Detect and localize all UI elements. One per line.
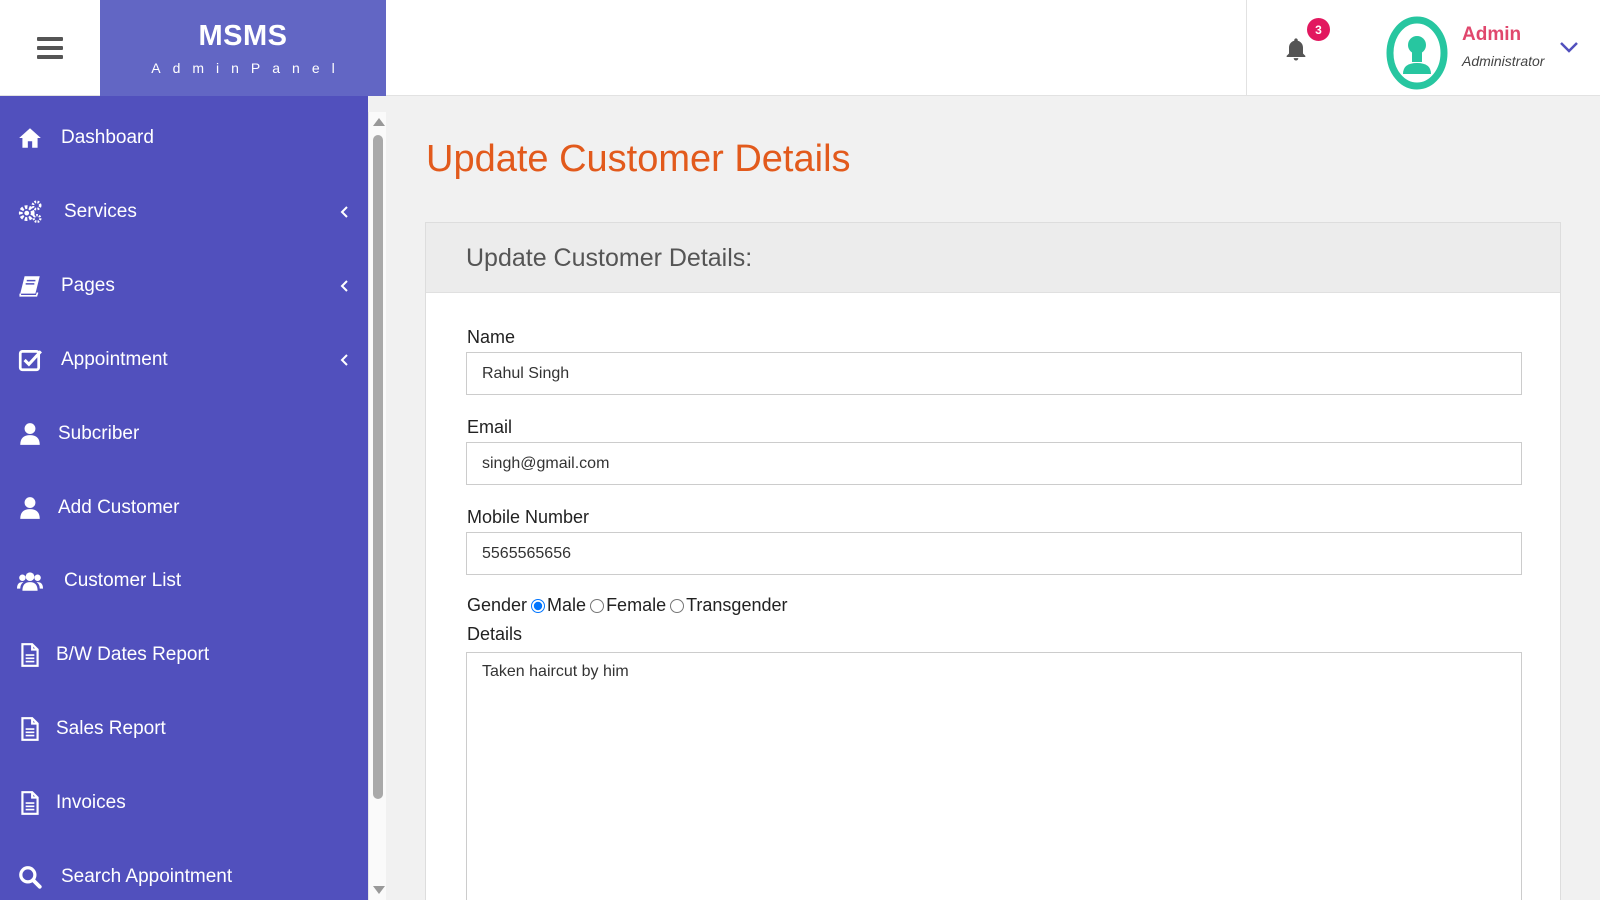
sidebar-item-label: Sales Report (56, 718, 166, 739)
scroll-up-arrow-icon[interactable] (373, 118, 385, 126)
sidebar-item-sales-report[interactable]: Sales Report (0, 699, 368, 759)
gender-male-radio[interactable] (531, 598, 546, 613)
gears-icon (18, 200, 42, 223)
email-label: Email (467, 417, 513, 437)
sidebar-item-label: Invoices (56, 792, 126, 813)
file-icon (21, 717, 39, 741)
notification-count-badge[interactable]: 3 (1305, 16, 1332, 43)
sidebar-nav: Dashboard Services Pages Appointment Sub… (0, 96, 368, 900)
details-textarea[interactable]: Taken haircut by him (466, 652, 1522, 900)
sidebar-item-invoices[interactable]: Invoices (0, 773, 368, 833)
top-header: MSMS AdminPanel 3 Admin Administrator (0, 0, 1600, 96)
users-icon (17, 572, 43, 591)
page-title: Update Customer Details (426, 138, 851, 180)
user-icon (20, 423, 40, 445)
scroll-down-arrow-icon[interactable] (373, 886, 385, 894)
mobile-number-input[interactable] (466, 532, 1522, 575)
name-input[interactable] (466, 352, 1522, 395)
sidebar-item-add-customer[interactable]: Add Customer (0, 478, 368, 538)
sidebar-item-label: Add Customer (58, 497, 180, 518)
bell-icon[interactable] (1282, 36, 1310, 64)
scrollbar-thumb[interactable] (373, 135, 383, 799)
book-icon (19, 276, 40, 297)
brand-logo[interactable]: MSMS AdminPanel (100, 0, 386, 96)
sidebar-item-label: Pages (61, 275, 115, 296)
brand-subtitle: AdminPanel (151, 60, 347, 76)
gender-female-radio[interactable] (590, 598, 605, 613)
sidebar-item-label: B/W Dates Report (56, 644, 210, 665)
sidebar-item-customer-list[interactable]: Customer List (0, 551, 368, 611)
gender-transgender-radio[interactable] (670, 598, 685, 613)
sidebar-item-appointment[interactable]: Appointment (0, 330, 368, 390)
user-icon (20, 497, 40, 519)
check-square-icon (18, 349, 42, 372)
sidebar-item-label: Dashboard (61, 127, 154, 148)
sidebar-item-label: Customer List (64, 570, 182, 591)
chevron-down-icon[interactable] (1557, 38, 1581, 56)
sidebar-item-pages[interactable]: Pages (0, 256, 368, 316)
file-icon (21, 643, 39, 667)
sidebar-item-services[interactable]: Services (0, 182, 368, 242)
sidebar-item-label: Search Appointment (61, 866, 233, 887)
details-label: Details (467, 624, 523, 644)
search-icon (19, 866, 42, 889)
name-label: Name (467, 327, 516, 347)
gender-transgender-label[interactable]: Transgender (686, 595, 787, 616)
chevron-left-icon (340, 280, 348, 292)
panel-title: Update Customer Details: (466, 244, 753, 272)
user-name[interactable]: Admin (1462, 24, 1521, 46)
gender-field: Gender Male Female Transgender (467, 595, 787, 616)
menu-toggle-button[interactable] (0, 0, 100, 96)
sidebar-item-label: Services (64, 201, 137, 222)
panel-header: Update Customer Details: (426, 223, 1560, 293)
gender-male-label[interactable]: Male (547, 595, 586, 616)
gender-female-label[interactable]: Female (606, 595, 666, 616)
chevron-left-icon (340, 206, 348, 218)
sidebar-scrollbar[interactable] (368, 112, 386, 900)
sidebar-item-label: Subcriber (58, 423, 140, 444)
gender-label: Gender (467, 595, 528, 615)
brand-title: MSMS (198, 20, 288, 52)
mobile-number-label: Mobile Number (467, 507, 590, 527)
sidebar-item-label: Appointment (61, 349, 168, 370)
header-divider (1246, 0, 1247, 96)
chevron-left-icon (340, 354, 348, 366)
file-icon (21, 791, 39, 815)
user-role: Administrator (1462, 53, 1545, 69)
email-input[interactable] (466, 442, 1522, 485)
sidebar-item-subcriber[interactable]: Subcriber (0, 404, 368, 464)
home-icon (19, 128, 41, 148)
sidebar-item-dashboard[interactable]: Dashboard (0, 108, 368, 168)
hamburger-icon (37, 37, 63, 59)
update-customer-panel: Update Customer Details: Name Email Mobi… (425, 222, 1561, 900)
sidebar-item-bw-dates-report[interactable]: B/W Dates Report (0, 625, 368, 685)
user-avatar-icon[interactable] (1386, 16, 1448, 90)
sidebar-item-search-appointment[interactable]: Search Appointment (0, 847, 368, 900)
